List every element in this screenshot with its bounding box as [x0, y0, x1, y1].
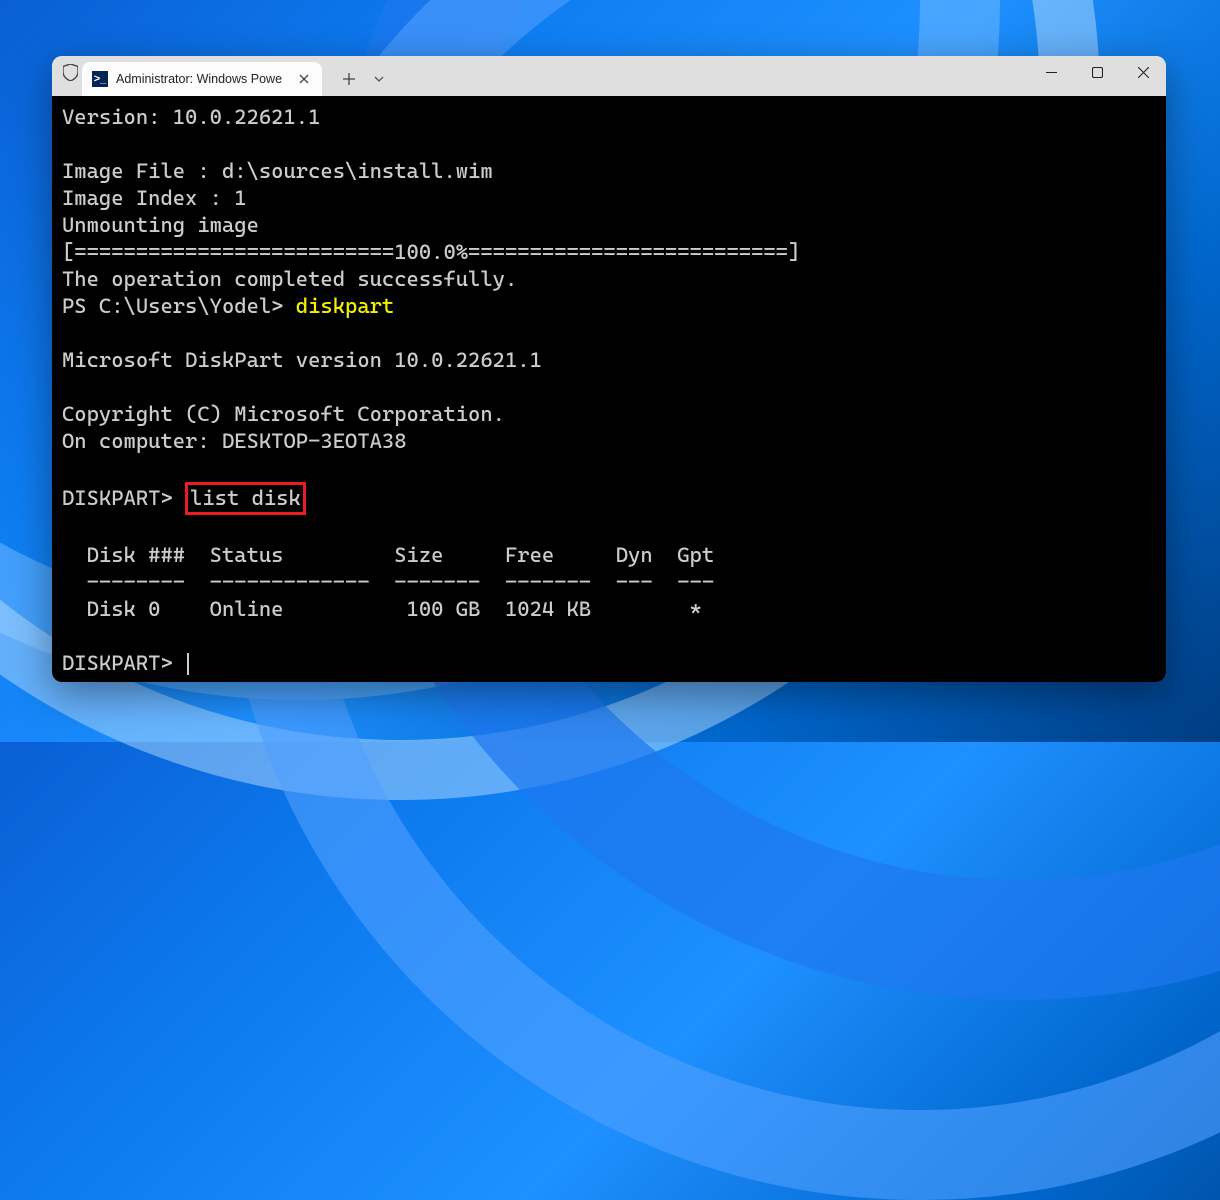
table-header: Disk ### Status Size Free Dyn Gpt — [62, 543, 714, 567]
prompt-ps: PS C:\Users\Yodel> — [62, 294, 296, 318]
output-success: The operation completed successfully. — [62, 267, 517, 291]
cmd-listdisk-highlighted: list disk — [185, 482, 306, 515]
prompt-diskpart: DISKPART> — [62, 651, 185, 675]
table-row: Disk 0 Online 100 GB 1024 KB * — [62, 597, 702, 621]
tab-dropdown-button[interactable] — [364, 64, 394, 94]
output-progress: [==========================100.0%=======… — [62, 240, 800, 264]
output-computer: On computer: DESKTOP-3EOTA38 — [62, 429, 407, 453]
cursor — [187, 653, 189, 675]
output-imageindex: Image Index : 1 — [62, 186, 247, 210]
minimize-button[interactable] — [1028, 56, 1074, 88]
maximize-button[interactable] — [1074, 56, 1120, 88]
output-unmount: Unmounting image — [62, 213, 259, 237]
terminal-content[interactable]: Version: 10.0.22621.1 Image File : d:\so… — [52, 96, 1166, 682]
tab-powershell[interactable]: >_ Administrator: Windows Powe — [82, 62, 322, 96]
titlebar[interactable]: >_ Administrator: Windows Powe — [52, 56, 1166, 96]
output-dpversion: Microsoft DiskPart version 10.0.22621.1 — [62, 348, 542, 372]
output-imagefile: Image File : d:\sources\install.wim — [62, 159, 493, 183]
cmd-diskpart: diskpart — [296, 294, 394, 318]
tab-close-button[interactable] — [294, 69, 314, 89]
table-divider: -------- ------------- ------- ------- -… — [62, 570, 714, 594]
tab-title: Administrator: Windows Powe — [116, 72, 294, 86]
powershell-icon: >_ — [92, 71, 108, 87]
output-version: Version: 10.0.22621.1 — [62, 105, 320, 129]
new-tab-button[interactable] — [334, 64, 364, 94]
terminal-window: >_ Administrator: Windows Powe Version: — [52, 56, 1166, 682]
window-controls — [1028, 56, 1166, 88]
close-button[interactable] — [1120, 56, 1166, 88]
prompt-diskpart: DISKPART> — [62, 486, 185, 510]
admin-shield-icon — [52, 56, 80, 96]
output-copyright: Copyright (C) Microsoft Corporation. — [62, 402, 505, 426]
